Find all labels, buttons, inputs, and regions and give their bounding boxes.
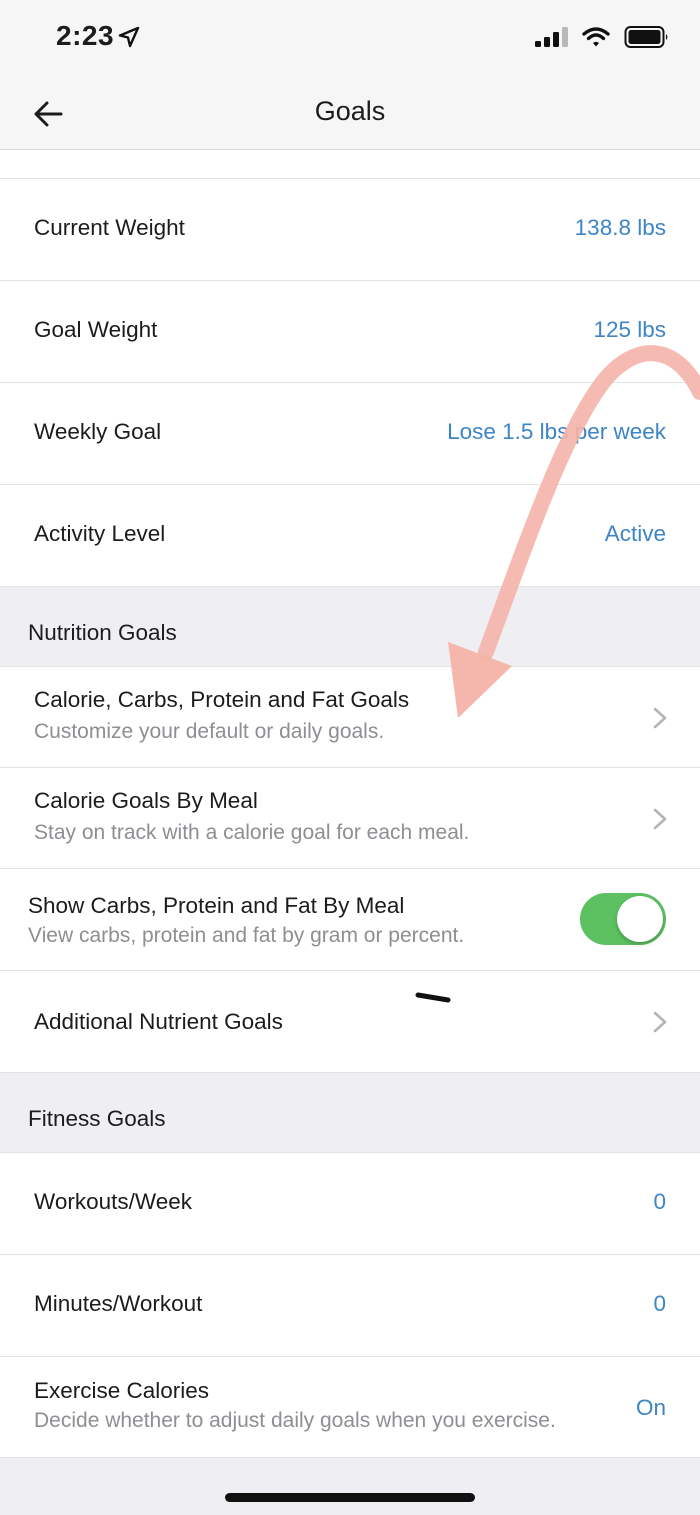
- activity-level-row[interactable]: Activity Level Active: [0, 485, 700, 587]
- fitness-goals-header: Fitness Goals: [0, 1073, 700, 1153]
- chevron-right-icon: [653, 707, 667, 729]
- goal-weight-row[interactable]: Goal Weight 125 lbs: [0, 281, 700, 383]
- minutes-per-workout-value: 0: [653, 1291, 666, 1316]
- minutes-per-workout-label: Minutes/Workout: [34, 1291, 203, 1316]
- exercise-calories-label: Exercise Calories: [34, 1378, 210, 1403]
- current-weight-label: Current Weight: [34, 215, 185, 240]
- exercise-calories-subtitle: Decide whether to adjust daily goals whe…: [34, 1409, 556, 1432]
- current-weight-row[interactable]: Current Weight 138.8 lbs: [0, 179, 700, 281]
- minutes-per-workout-row[interactable]: Minutes/Workout 0: [0, 1255, 700, 1357]
- fitness-goals-title: Fitness Goals: [28, 1106, 166, 1131]
- show-macros-by-meal-toggle[interactable]: [580, 893, 666, 945]
- nutrition-goals-title: Nutrition Goals: [28, 620, 177, 645]
- list-footer: [0, 1458, 700, 1515]
- location-arrow-icon: [118, 26, 140, 48]
- battery-icon: [624, 26, 668, 48]
- exercise-calories-value: On: [635, 1395, 666, 1420]
- calorie-goals-by-meal-label: Calorie Goals By Meal: [34, 788, 258, 813]
- current-weight-value: 138.8 lbs: [574, 215, 666, 240]
- status-icons: [534, 25, 670, 49]
- goal-weight-label: Goal Weight: [34, 317, 158, 342]
- workouts-per-week-label: Workouts/Week: [34, 1189, 192, 1214]
- toggle-knob: [617, 896, 663, 942]
- show-macros-by-meal-subtitle: View carbs, protein and fat by gram or p…: [28, 924, 465, 947]
- home-indicator: [225, 1493, 475, 1502]
- chevron-right-icon: [653, 808, 667, 830]
- status-time: 2:23: [56, 20, 115, 51]
- activity-level-value: Active: [604, 521, 666, 546]
- chevron-right-icon: [653, 1011, 667, 1033]
- activity-level-label: Activity Level: [34, 521, 166, 546]
- calorie-goals-by-meal-subtitle: Stay on track with a calorie goal for ea…: [34, 821, 470, 844]
- macro-goals-subtitle: Customize your default or daily goals.: [34, 720, 385, 743]
- goal-weight-value: 125 lbs: [593, 317, 666, 342]
- macro-goals-row[interactable]: Calorie, Carbs, Protein and Fat Goals Cu…: [0, 667, 700, 768]
- wifi-icon: [582, 27, 610, 47]
- workouts-per-week-row[interactable]: Workouts/Week 0: [0, 1153, 700, 1255]
- nutrition-goals-header: Nutrition Goals: [0, 587, 700, 667]
- additional-nutrient-goals-row[interactable]: Additional Nutrient Goals: [0, 971, 700, 1073]
- goals-screen: 2:23 Goals Current Weight 138.8 lbs Goal…: [0, 0, 700, 1515]
- workouts-per-week-value: 0: [653, 1189, 666, 1214]
- goals-list: Current Weight 138.8 lbs Goal Weight 125…: [0, 150, 700, 1515]
- show-macros-by-meal-row: Show Carbs, Protein and Fat By Meal View…: [0, 869, 700, 971]
- status-bar: 2:23: [0, 0, 700, 76]
- show-macros-by-meal-label: Show Carbs, Protein and Fat By Meal: [28, 893, 405, 918]
- cellular-signal-icon: [535, 27, 568, 47]
- exercise-calories-row[interactable]: Exercise Calories Decide whether to adju…: [0, 1357, 700, 1458]
- weekly-goal-row[interactable]: Weekly Goal Lose 1.5 lbs per week: [0, 383, 700, 485]
- additional-nutrient-goals-label: Additional Nutrient Goals: [34, 1009, 283, 1034]
- page-title: Goals: [314, 96, 386, 126]
- weekly-goal-value: Lose 1.5 lbs per week: [447, 419, 666, 444]
- calorie-goals-by-meal-row[interactable]: Calorie Goals By Meal Stay on track with…: [0, 768, 700, 869]
- partial-row: [0, 150, 700, 179]
- navigation-bar: Goals: [0, 76, 700, 150]
- macro-goals-label: Calorie, Carbs, Protein and Fat Goals: [34, 687, 410, 712]
- weekly-goal-label: Weekly Goal: [34, 419, 162, 444]
